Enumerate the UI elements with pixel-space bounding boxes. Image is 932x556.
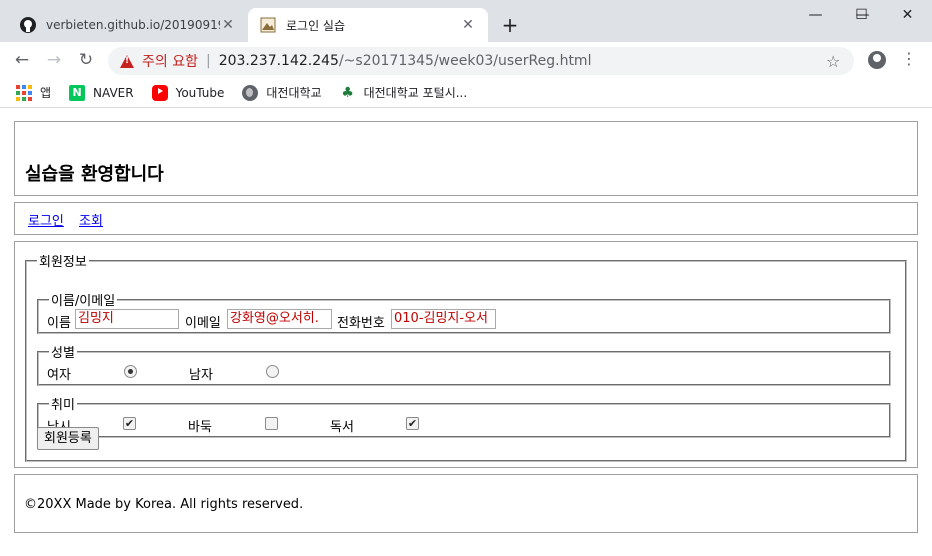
forward-icon[interactable]: → (42, 48, 66, 72)
name-email-row: 이름 김밍지 이메일 강화영@오서히. 전화번호 010-김밍지-오서 (47, 309, 881, 333)
url-path: /~s20171345/week03/userReg.html (338, 53, 592, 69)
bookmark-naver[interactable]: N NAVER (69, 84, 134, 101)
browser-toolbar: ← → ↻ 주의 요함 | 203.237.142.245 /~s2017134… (0, 42, 932, 78)
bookmark-dju[interactable]: 대전대학교 (242, 84, 322, 101)
address-bar[interactable]: 주의 요함 | 203.237.142.245 /~s20171345/week… (108, 47, 854, 75)
footer-text: ©20XX Made by Korea. All rights reserved… (24, 497, 304, 512)
page-title: 실습을 환영합니다 (25, 164, 164, 185)
gender-legend: 성별 (51, 346, 75, 361)
reload-icon[interactable]: ↻ (74, 48, 98, 72)
close-window-button[interactable]: ✕ (885, 4, 930, 26)
tab-login-practice[interactable]: 로그인 실습 ✕ (248, 8, 488, 42)
bookmark-label: YouTube (175, 85, 225, 100)
nav-link-login[interactable]: 로그인 (28, 214, 64, 229)
header-section: 실습을 환영합니다 (14, 121, 918, 196)
maximize-button[interactable]: ☐ (839, 4, 884, 26)
footer-section: ©20XX Made by Korea. All rights reserved… (14, 474, 918, 533)
hobby-baduk-label: 바둑 (188, 420, 212, 435)
tab-close-icon[interactable]: ✕ (220, 17, 236, 33)
hobby-fieldset: 취미 낚시 ✔ 바둑 독서 ✔ (37, 394, 891, 438)
bookmark-apps[interactable]: 앱 (16, 84, 51, 101)
tab-title: 로그인 실습 (286, 18, 346, 33)
minimize-button-2[interactable]: — (793, 4, 838, 26)
page-content: 실습을 환영합니다 로그인 조회 회원정보 이름/이메일 이름 김밍지 이메일 … (0, 109, 932, 556)
hobby-baduk-checkbox[interactable] (265, 417, 278, 430)
main-section: 회원정보 이름/이메일 이름 김밍지 이메일 강화영@오서히. 전화번호 010… (14, 241, 918, 468)
tab-github[interactable]: verbieten.github.io/20190919 at ✕ (8, 8, 248, 42)
bookmark-label: 앱 (40, 86, 52, 100)
phone-label: 전화번호 (337, 316, 385, 331)
bookmark-label: NAVER (93, 85, 134, 100)
name-email-legend: 이름/이메일 (51, 294, 116, 309)
hobby-row: 낚시 ✔ 바둑 독서 ✔ (47, 413, 881, 437)
apps-icon (16, 84, 32, 101)
warning-icon (120, 54, 134, 68)
github-icon (20, 17, 36, 33)
member-info-fieldset: 회원정보 이름/이메일 이름 김밍지 이메일 강화영@오서히. 전화번호 010… (25, 251, 907, 462)
member-info-legend: 회원정보 (39, 255, 87, 270)
gender-female-radio[interactable] (124, 365, 137, 378)
hobby-reading-checkbox[interactable]: ✔ (406, 417, 419, 430)
image-favicon-icon (260, 17, 276, 33)
name-email-fieldset: 이름/이메일 이름 김밍지 이메일 강화영@오서히. 전화번호 010-김밍지-… (37, 290, 891, 334)
gender-male-radio[interactable] (266, 365, 279, 378)
profile-avatar-icon[interactable] (868, 51, 886, 69)
tab-close-icon[interactable]: ✕ (460, 17, 476, 33)
leaf-icon: ♣ (341, 84, 354, 101)
nav-section: 로그인 조회 (14, 202, 918, 235)
back-icon[interactable]: ← (10, 48, 34, 72)
hobby-fishing-checkbox[interactable]: ✔ (123, 417, 136, 430)
gender-male-label: 남자 (189, 368, 213, 383)
url-separator: | (205, 53, 211, 69)
name-input[interactable]: 김밍지 (75, 309, 179, 329)
hobby-legend: 취미 (51, 398, 75, 413)
bookmark-dju-portal[interactable]: ♣ 대전대학교 포털시... (340, 84, 468, 101)
hobby-reading-label: 독서 (330, 420, 354, 435)
name-label: 이름 (47, 316, 71, 331)
security-warning[interactable]: 주의 요함 (120, 51, 198, 71)
gender-female-label: 여자 (47, 368, 71, 383)
naver-icon: N (69, 84, 86, 101)
register-button[interactable]: 회원등록 (37, 427, 99, 450)
bookmark-star-icon[interactable]: ☆ (826, 52, 840, 71)
more-menu-icon[interactable]: ⋮ (900, 50, 918, 68)
bookmark-label: 대전대학교 포털시... (363, 86, 468, 100)
nav-link-search[interactable]: 조회 (79, 214, 103, 229)
bookmark-youtube[interactable]: YouTube (151, 84, 225, 101)
email-label: 이메일 (185, 316, 221, 331)
youtube-icon (151, 84, 168, 101)
phone-input[interactable]: 010-김밍지-오서 (391, 309, 496, 329)
tab-title: verbieten.github.io/20190919 at (46, 18, 220, 32)
globe-icon (242, 84, 259, 101)
new-tab-button[interactable]: + (498, 14, 522, 36)
email-input[interactable]: 강화영@오서히. (227, 309, 332, 329)
bookmark-label: 대전대학교 (266, 86, 322, 100)
bookmarks-bar: 앱 N NAVER YouTube 대전대학교 ♣ 대전대학교 포털시... (0, 78, 932, 108)
security-label: 주의 요함 (142, 54, 198, 70)
gender-row: 여자 남자 (47, 361, 881, 385)
url-host: 203.237.142.245 (218, 53, 339, 69)
gender-fieldset: 성별 여자 남자 (37, 342, 891, 386)
